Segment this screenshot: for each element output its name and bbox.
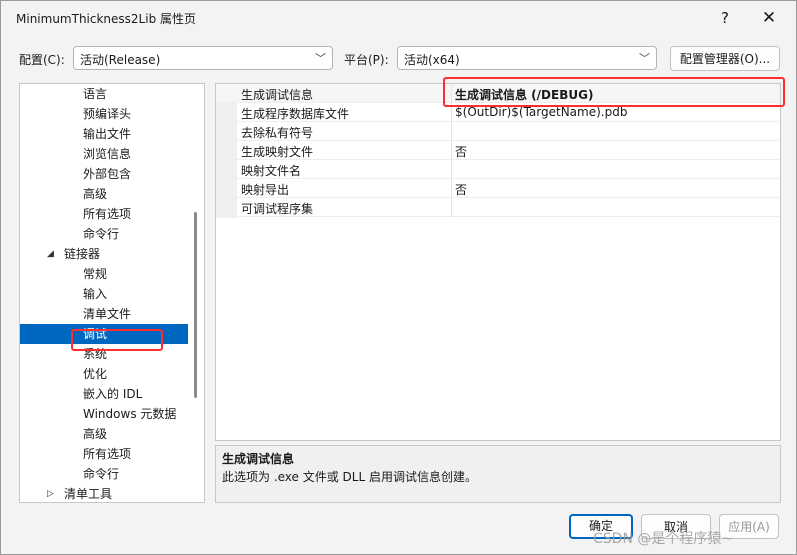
tree-item-label: 所有选项: [83, 207, 132, 221]
tree-item[interactable]: 语言: [20, 84, 188, 104]
description-title: 生成调试信息: [222, 452, 295, 466]
tree-item-label: 命令行: [83, 227, 120, 241]
chevron-down-icon: ﹀: [315, 52, 326, 65]
tree-item-label: 链接器: [64, 247, 101, 261]
configuration-label: 配置(C):: [19, 53, 65, 67]
property-name: 去除私有符号: [241, 126, 314, 140]
column-divider: [451, 198, 452, 217]
tree-item-label: 清单工具: [64, 487, 113, 501]
tree-item[interactable]: ▷ 清单工具: [20, 484, 188, 502]
description-panel: 生成调试信息 此选项为 .exe 文件或 DLL 启用调试信息创建。: [215, 445, 781, 503]
property-tree: 语言 预编译头 输出文件 浏览信息 外部包含 高级 所有选项 命令行 ◢ 链接器 常规 输入 清单文件调…: [19, 83, 205, 503]
configuration-value: 活动(Release): [80, 53, 161, 67]
chevron-down-icon: ﹀: [639, 52, 650, 65]
property-name: 生成调试信息: [241, 88, 314, 102]
tree-item[interactable]: 输入: [20, 284, 188, 304]
tree-item-label: 语言: [83, 87, 108, 101]
property-name: 映射导出: [241, 183, 290, 197]
tree-item-label: 输入: [83, 287, 108, 301]
tree-item-label: 优化: [83, 367, 108, 381]
tree-item-label: 预编译头: [83, 107, 132, 121]
tree-item-label: 所有选项: [83, 447, 132, 461]
tree-item[interactable]: 浏览信息: [20, 144, 188, 164]
tree-item-label: 命令行: [83, 467, 120, 481]
property-row[interactable]: 生成映射文件 否: [216, 141, 780, 160]
property-value[interactable]: 否: [455, 181, 467, 198]
close-button[interactable]: ✕: [749, 5, 789, 31]
tree-item[interactable]: 输出文件: [20, 124, 188, 144]
tree-item-label: 高级: [83, 187, 108, 201]
property-name: 映射文件名: [241, 164, 302, 178]
expand-arrow-icon[interactable]: ▷: [47, 484, 54, 502]
column-divider: [451, 141, 452, 160]
highlight-box-debug-info: [443, 77, 785, 107]
highlight-box-debug-node: [71, 329, 163, 351]
tree-item[interactable]: 命令行: [20, 464, 188, 484]
tree-item[interactable]: 预编译头: [20, 104, 188, 124]
description-text: 此选项为 .exe 文件或 DLL 启用调试信息创建。: [222, 470, 477, 484]
tree-item-label: 输出文件: [83, 127, 132, 141]
tree-item[interactable]: 嵌入的 IDL: [20, 384, 188, 404]
tree-item[interactable]: Windows 元数据: [20, 404, 188, 424]
property-row[interactable]: 映射导出 否: [216, 179, 780, 198]
tree-item-label: 常规: [83, 267, 108, 281]
property-pages-dialog: MinimumThickness2Lib 属性页 ? ✕ 配置(C): 活动(R…: [0, 0, 797, 555]
property-value[interactable]: $(OutDir)$(TargetName).pdb: [455, 105, 627, 119]
property-name: 生成程序数据库文件: [241, 107, 350, 121]
tree-item-label: 嵌入的 IDL: [83, 387, 143, 401]
tree-item-label: Windows 元数据: [83, 407, 177, 421]
configuration-dropdown[interactable]: 活动(Release) ﹀: [73, 46, 333, 70]
tree-item[interactable]: 常规: [20, 264, 188, 284]
platform-dropdown[interactable]: 活动(x64) ﹀: [397, 46, 657, 70]
tree-item[interactable]: 高级: [20, 184, 188, 204]
column-divider: [451, 179, 452, 198]
platform-label: 平台(P):: [344, 53, 389, 67]
tree-item-label: 高级: [83, 427, 108, 441]
platform-value: 活动(x64): [404, 53, 460, 67]
property-row[interactable]: 去除私有符号: [216, 122, 780, 141]
tree-item[interactable]: 所有选项: [20, 204, 188, 224]
tree-item[interactable]: 优化: [20, 364, 188, 384]
tree-scrollbar-thumb[interactable]: [194, 212, 197, 398]
watermark: CSDN @是个程序猿~: [593, 531, 734, 547]
tree-item-label: 外部包含: [83, 167, 132, 181]
tree-item[interactable]: ◢ 链接器: [20, 244, 188, 264]
property-name: 生成映射文件: [241, 145, 314, 159]
tree-item-label: 清单文件: [83, 307, 132, 321]
property-row[interactable]: 映射文件名: [216, 160, 780, 179]
tree-item[interactable]: 外部包含: [20, 164, 188, 184]
configuration-manager-button[interactable]: 配置管理器(O)...: [670, 46, 780, 71]
property-value[interactable]: 否: [455, 143, 467, 160]
configuration-row: 配置(C): 活动(Release) ﹀ 平台(P): 活动(x64) ﹀ 配置…: [1, 46, 796, 72]
property-row[interactable]: 可调试程序集: [216, 198, 780, 217]
collapse-arrow-icon[interactable]: ◢: [47, 244, 54, 264]
property-name: 可调试程序集: [241, 202, 314, 216]
tree-item-label: 浏览信息: [83, 147, 132, 161]
tree-item[interactable]: 高级: [20, 424, 188, 444]
title-bar: MinimumThickness2Lib 属性页 ? ✕: [1, 1, 796, 35]
tree-item[interactable]: 清单文件: [20, 304, 188, 324]
tree-item[interactable]: 命令行: [20, 224, 188, 244]
window-title: MinimumThickness2Lib 属性页: [16, 12, 197, 26]
property-grid: 生成调试信息 生成调试信息 (/DEBUG) 生成程序数据库文件 $(OutDir)$…: [215, 83, 781, 441]
column-divider: [451, 122, 452, 141]
column-divider: [451, 160, 452, 179]
tree-item[interactable]: 所有选项: [20, 444, 188, 464]
help-button[interactable]: ?: [705, 5, 745, 31]
